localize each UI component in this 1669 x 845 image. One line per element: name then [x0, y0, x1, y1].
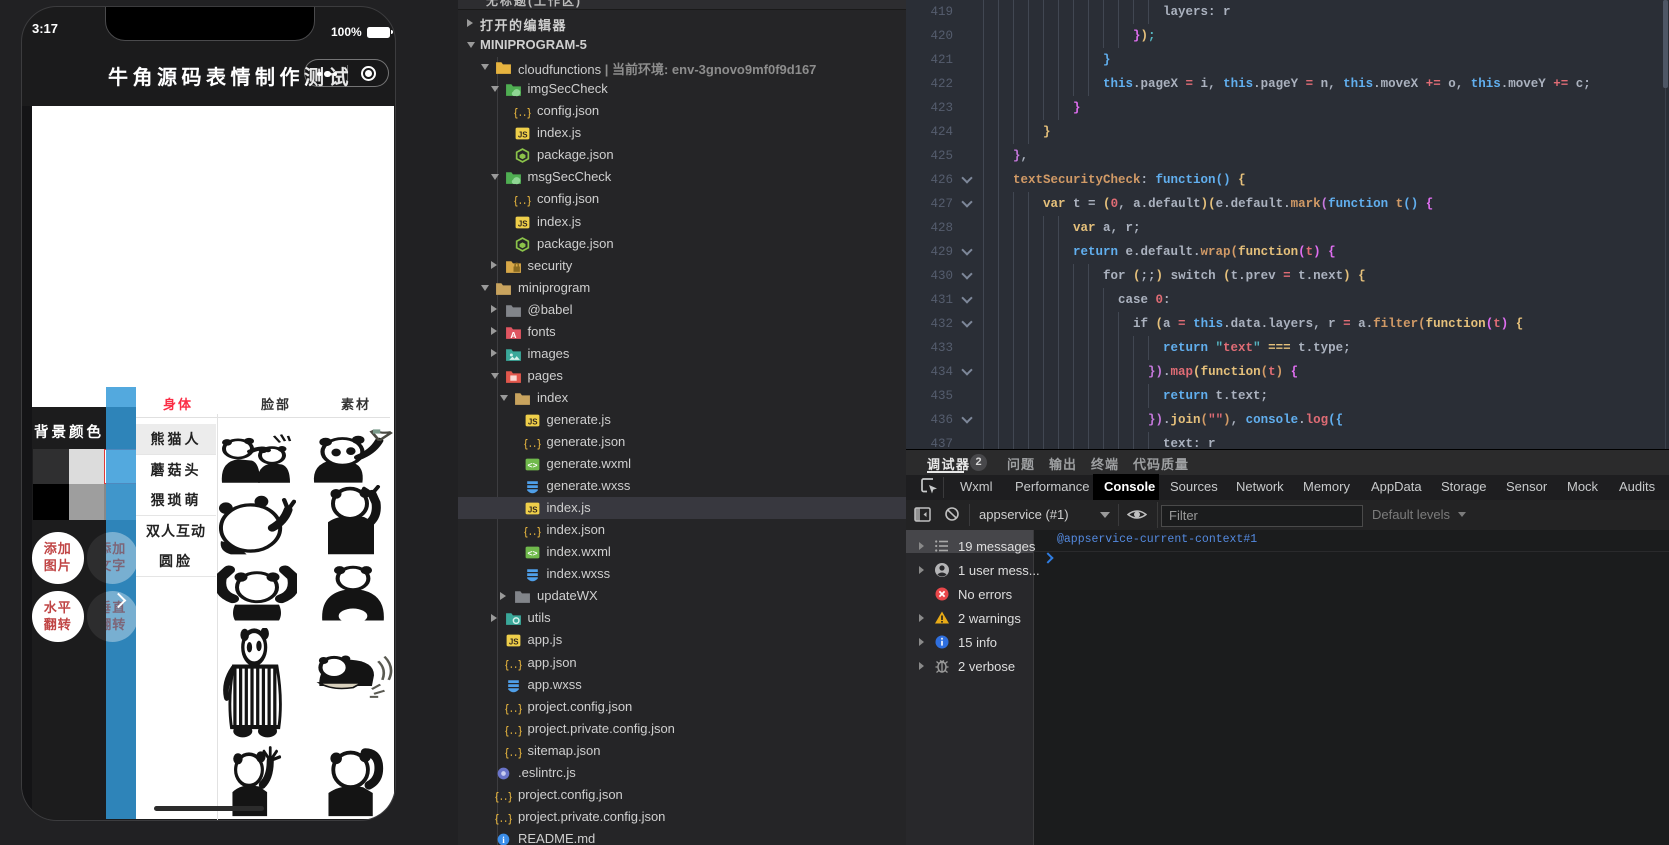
svg-text:{..}: {..}	[504, 747, 522, 759]
svg-text:JS: JS	[527, 417, 537, 426]
svg-text:JS: JS	[518, 131, 528, 140]
svg-text:{..}: {..}	[504, 703, 522, 715]
svg-text:{..}: {..}	[523, 439, 541, 451]
svg-text:{..}: {..}	[504, 659, 522, 671]
svg-text:JS: JS	[508, 638, 518, 647]
svg-text:{..}: {..}	[514, 108, 532, 120]
svg-text:{..}: {..}	[504, 725, 522, 737]
svg-text:JS: JS	[527, 506, 537, 515]
svg-text:{..}: {..}	[514, 196, 532, 208]
svg-text:<>: <>	[527, 460, 537, 470]
svg-text:JS: JS	[518, 219, 528, 228]
svg-text:{..}: {..}	[523, 527, 541, 539]
svg-text:A: A	[510, 330, 516, 340]
svg-text:{..}: {..}	[495, 792, 513, 804]
svg-text:{..}: {..}	[495, 814, 513, 826]
svg-text:<>: <>	[527, 548, 537, 558]
